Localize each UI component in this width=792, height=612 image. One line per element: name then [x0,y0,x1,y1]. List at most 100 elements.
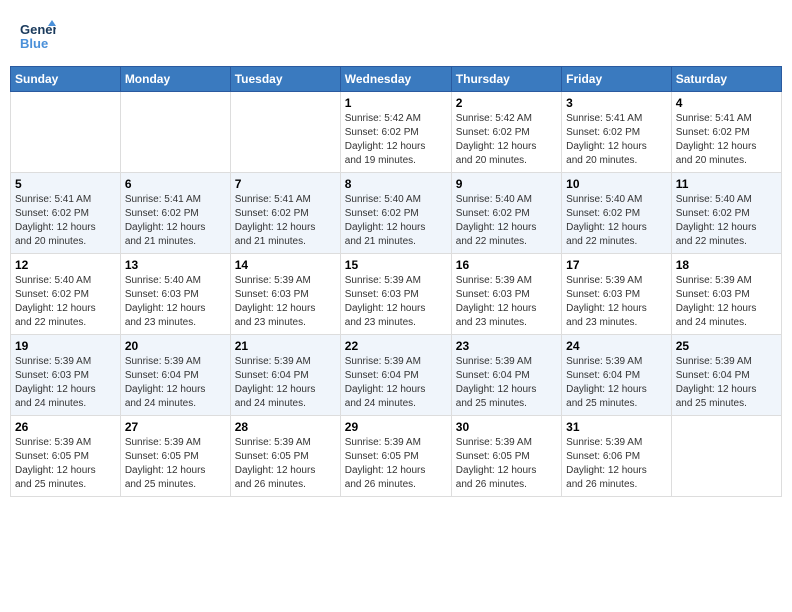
day-number: 29 [345,420,447,434]
day-number: 2 [456,96,557,110]
calendar-cell: 20 Sunrise: 5:39 AM Sunset: 6:04 PM Dayli… [120,335,230,416]
weekday-header-thursday: Thursday [451,67,561,92]
calendar-cell: 3 Sunrise: 5:41 AM Sunset: 6:02 PM Daylig… [562,92,672,173]
day-info: Sunrise: 5:39 AM Sunset: 6:04 PM Dayligh… [125,355,226,411]
day-info: Sunrise: 5:39 AM Sunset: 6:03 PM Dayligh… [345,274,447,330]
day-number: 27 [125,420,226,434]
calendar-week-4: 19 Sunrise: 5:39 AM Sunset: 6:03 PM Dayli… [11,335,782,416]
calendar-cell: 17Sunrise: 5:39 AM Sunset: 6:03 PM Dayli… [562,254,672,335]
day-number: 17 [566,258,667,272]
logo-icon: General Blue [20,18,56,54]
day-info: Sunrise: 5:39 AM Sunset: 6:03 PM Dayligh… [235,274,336,330]
calendar-week-2: 5 Sunrise: 5:41 AM Sunset: 6:02 PM Daylig… [11,173,782,254]
day-info: Sunrise: 5:39 AM Sunset: 6:05 PM Dayligh… [235,436,336,492]
calendar-table: SundayMondayTuesdayWednesdayThursdayFrid… [10,66,782,497]
calendar-cell [230,92,340,173]
calendar-week-1: 1 Sunrise: 5:42 AM Sunset: 6:02 PM Daylig… [11,92,782,173]
day-info: Sunrise: 5:39 AM Sunset: 6:06 PM Dayligh… [566,436,667,492]
day-info: Sunrise: 5:40 AM Sunset: 6:02 PM Dayligh… [676,193,777,249]
day-number: 16 [456,258,557,272]
day-number: 23 [456,339,557,353]
day-number: 5 [15,177,116,191]
day-info: Sunrise: 5:39 AM Sunset: 6:05 PM Dayligh… [15,436,116,492]
calendar-cell: 31 Sunrise: 5:39 AM Sunset: 6:06 PM Dayli… [562,416,672,497]
day-number: 4 [676,96,777,110]
calendar-cell: 25Sunrise: 5:39 AM Sunset: 6:04 PM Dayli… [671,335,781,416]
day-number: 18 [676,258,777,272]
day-number: 3 [566,96,667,110]
weekday-header-sunday: Sunday [11,67,121,92]
day-number: 26 [15,420,116,434]
calendar-cell: 14 Sunrise: 5:39 AM Sunset: 6:03 PM Dayli… [230,254,340,335]
weekday-header-tuesday: Tuesday [230,67,340,92]
calendar-cell: 29Sunrise: 5:39 AM Sunset: 6:05 PM Dayli… [340,416,451,497]
calendar-week-3: 12 Sunrise: 5:40 AM Sunset: 6:02 PM Dayli… [11,254,782,335]
calendar-cell: 27 Sunrise: 5:39 AM Sunset: 6:05 PM Dayli… [120,416,230,497]
calendar-cell: 7 Sunrise: 5:41 AM Sunset: 6:02 PM Daylig… [230,173,340,254]
day-info: Sunrise: 5:39 AM Sunset: 6:04 PM Dayligh… [456,355,557,411]
calendar-subtitle [10,58,782,66]
calendar-cell: 19 Sunrise: 5:39 AM Sunset: 6:03 PM Dayli… [11,335,121,416]
day-info: Sunrise: 5:41 AM Sunset: 6:02 PM Dayligh… [15,193,116,249]
calendar-cell: 18 Sunrise: 5:39 AM Sunset: 6:03 PM Dayli… [671,254,781,335]
day-info: Sunrise: 5:40 AM Sunset: 6:02 PM Dayligh… [15,274,116,330]
day-info: Sunrise: 5:41 AM Sunset: 6:02 PM Dayligh… [566,112,667,168]
day-info: Sunrise: 5:39 AM Sunset: 6:04 PM Dayligh… [235,355,336,411]
calendar-cell: 9Sunrise: 5:40 AM Sunset: 6:02 PM Daylig… [451,173,561,254]
day-info: Sunrise: 5:41 AM Sunset: 6:02 PM Dayligh… [235,193,336,249]
logo: General Blue [20,18,60,54]
calendar-cell: 10Sunrise: 5:40 AM Sunset: 6:02 PM Dayli… [562,173,672,254]
day-info: Sunrise: 5:40 AM Sunset: 6:02 PM Dayligh… [345,193,447,249]
calendar-cell: 16 Sunrise: 5:39 AM Sunset: 6:03 PM Dayli… [451,254,561,335]
day-number: 14 [235,258,336,272]
day-info: Sunrise: 5:42 AM Sunset: 6:02 PM Dayligh… [456,112,557,168]
calendar-cell: 13Sunrise: 5:40 AM Sunset: 6:03 PM Dayli… [120,254,230,335]
day-info: Sunrise: 5:39 AM Sunset: 6:05 PM Dayligh… [125,436,226,492]
day-number: 31 [566,420,667,434]
day-number: 21 [235,339,336,353]
day-info: Sunrise: 5:39 AM Sunset: 6:04 PM Dayligh… [566,355,667,411]
calendar-cell: 22 Sunrise: 5:39 AM Sunset: 6:04 PM Dayli… [340,335,451,416]
day-number: 11 [676,177,777,191]
day-info: Sunrise: 5:40 AM Sunset: 6:02 PM Dayligh… [456,193,557,249]
day-info: Sunrise: 5:39 AM Sunset: 6:03 PM Dayligh… [676,274,777,330]
day-info: Sunrise: 5:39 AM Sunset: 6:05 PM Dayligh… [456,436,557,492]
day-number: 1 [345,96,447,110]
day-number: 8 [345,177,447,191]
calendar-cell: 12 Sunrise: 5:40 AM Sunset: 6:02 PM Dayli… [11,254,121,335]
calendar-cell: 30Sunrise: 5:39 AM Sunset: 6:05 PM Dayli… [451,416,561,497]
day-number: 15 [345,258,447,272]
day-number: 7 [235,177,336,191]
calendar-cell [120,92,230,173]
calendar-cell: 26 Sunrise: 5:39 AM Sunset: 6:05 PM Dayli… [11,416,121,497]
calendar-cell: 28 Sunrise: 5:39 AM Sunset: 6:05 PM Dayli… [230,416,340,497]
calendar-cell: 2 Sunrise: 5:42 AM Sunset: 6:02 PM Daylig… [451,92,561,173]
day-info: Sunrise: 5:40 AM Sunset: 6:02 PM Dayligh… [566,193,667,249]
day-number: 19 [15,339,116,353]
calendar-cell: 11 Sunrise: 5:40 AM Sunset: 6:02 PM Dayli… [671,173,781,254]
day-number: 22 [345,339,447,353]
calendar-cell: 15 Sunrise: 5:39 AM Sunset: 6:03 PM Dayli… [340,254,451,335]
day-number: 28 [235,420,336,434]
weekday-header-monday: Monday [120,67,230,92]
day-info: Sunrise: 5:42 AM Sunset: 6:02 PM Dayligh… [345,112,447,168]
page-header: General Blue [10,10,782,58]
calendar-cell: 23 Sunrise: 5:39 AM Sunset: 6:04 PM Dayli… [451,335,561,416]
day-number: 13 [125,258,226,272]
calendar-header: SundayMondayTuesdayWednesdayThursdayFrid… [11,67,782,92]
day-info: Sunrise: 5:39 AM Sunset: 6:03 PM Dayligh… [456,274,557,330]
calendar-week-5: 26 Sunrise: 5:39 AM Sunset: 6:05 PM Dayli… [11,416,782,497]
day-info: Sunrise: 5:41 AM Sunset: 6:02 PM Dayligh… [125,193,226,249]
day-number: 12 [15,258,116,272]
calendar-cell: 5 Sunrise: 5:41 AM Sunset: 6:02 PM Daylig… [11,173,121,254]
day-number: 20 [125,339,226,353]
day-info: Sunrise: 5:39 AM Sunset: 6:04 PM Dayligh… [345,355,447,411]
day-info: Sunrise: 5:39 AM Sunset: 6:04 PM Dayligh… [676,355,777,411]
calendar-cell [671,416,781,497]
day-info: Sunrise: 5:41 AM Sunset: 6:02 PM Dayligh… [676,112,777,168]
calendar-cell: 24 Sunrise: 5:39 AM Sunset: 6:04 PM Dayli… [562,335,672,416]
day-info: Sunrise: 5:39 AM Sunset: 6:03 PM Dayligh… [15,355,116,411]
day-number: 24 [566,339,667,353]
calendar-cell: 1 Sunrise: 5:42 AM Sunset: 6:02 PM Daylig… [340,92,451,173]
weekday-header-saturday: Saturday [671,67,781,92]
